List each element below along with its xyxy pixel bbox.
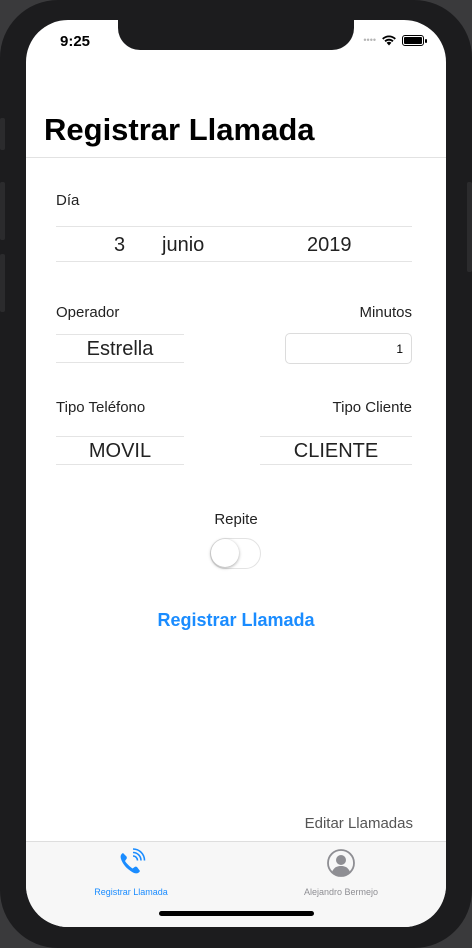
wifi-icon	[382, 35, 396, 46]
home-indicator	[159, 911, 314, 916]
repite-label: Repite	[214, 511, 258, 528]
operador-picker[interactable]: Estrella	[56, 338, 184, 361]
tab-alejandro-bermejo[interactable]: Alejandro Bermejo	[236, 846, 446, 897]
editar-llamadas-link[interactable]: Editar Llamadas	[305, 815, 413, 832]
tipo-telefono-picker[interactable]: MOVIL	[56, 440, 184, 463]
volume-up-button	[0, 182, 5, 240]
repite-toggle[interactable]	[210, 538, 261, 569]
tipo-telefono-top-line	[56, 436, 184, 437]
tipo-cliente-bottom-line	[260, 464, 412, 465]
signal-icon: ••••	[363, 35, 376, 45]
tipo-telefono-bottom-line	[56, 464, 184, 465]
tipo-telefono-label: Tipo Teléfono	[56, 399, 146, 416]
picker-top-line	[56, 226, 412, 227]
status-icons: ••••	[363, 34, 427, 46]
tipo-cliente-label: Tipo Cliente	[332, 399, 412, 416]
dia-label: Día	[56, 192, 80, 209]
phone-frame: 9:25 •••• Registrar Llamada Día 3 junio …	[0, 0, 472, 948]
person-icon	[327, 849, 355, 877]
screen: 9:25 •••• Registrar Llamada Día 3 junio …	[26, 20, 446, 927]
tipo-cliente-top-line	[260, 436, 412, 437]
minutos-field[interactable]: 1	[285, 333, 412, 364]
nav-separator	[26, 157, 446, 158]
toggle-knob	[211, 539, 239, 567]
date-picker-month[interactable]: junio	[162, 234, 204, 257]
tab-label: Alejandro Bermejo	[303, 887, 379, 897]
picker-bottom-line	[56, 261, 412, 262]
page-title: Registrar Llamada	[44, 112, 315, 147]
registrar-llamada-button[interactable]: Registrar Llamada	[26, 610, 446, 631]
mute-switch	[0, 118, 5, 150]
minutos-label: Minutos	[359, 304, 412, 321]
operador-label: Operador	[56, 304, 120, 321]
tipo-cliente-picker[interactable]: CLIENTE	[260, 440, 412, 463]
tab-label: Registrar Llamada	[94, 887, 168, 897]
minutos-value: 1	[396, 342, 403, 356]
operador-top-line	[56, 334, 184, 335]
date-picker-year[interactable]: 2019	[307, 234, 352, 257]
power-button	[467, 182, 472, 272]
phone-ringing-icon	[120, 848, 146, 874]
volume-down-button	[0, 254, 5, 312]
notch	[118, 20, 354, 50]
date-picker-day[interactable]: 3	[114, 234, 125, 257]
operador-bottom-line	[56, 362, 184, 363]
status-time: 9:25	[60, 33, 91, 50]
battery-icon	[402, 34, 427, 46]
tab-registrar-llamada[interactable]: Registrar Llamada	[26, 846, 236, 897]
